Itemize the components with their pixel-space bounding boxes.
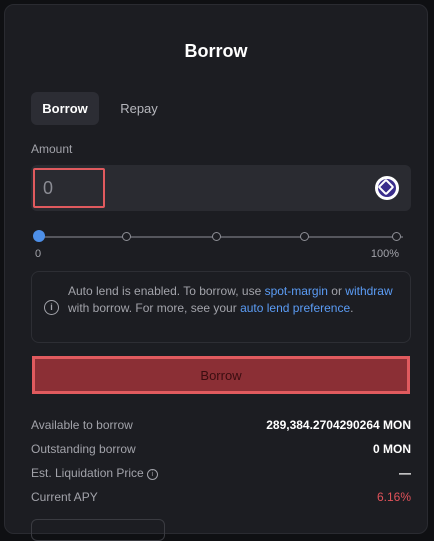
liquidation-price-row: Est. Liquidation Price i —: [31, 466, 411, 484]
slider-mark-100[interactable]: [392, 232, 401, 241]
withdraw-link[interactable]: withdraw: [345, 284, 392, 298]
detail-label: Current APY: [31, 490, 98, 504]
spot-margin-link[interactable]: spot-margin: [265, 284, 328, 298]
panel-title: Borrow: [184, 41, 248, 61]
detail-label-wrap: Est. Liquidation Price i: [31, 466, 158, 480]
notice-text: Auto lend is enabled. To borrow, use spo…: [68, 283, 398, 317]
borrow-button[interactable]: Borrow: [32, 356, 410, 394]
slider-mark-50[interactable]: [212, 232, 221, 241]
outstanding-borrow-row: Outstanding borrow 0 MON: [31, 442, 411, 460]
slider-thumb[interactable]: [33, 230, 45, 242]
slider-track[interactable]: [39, 236, 403, 238]
auto-lend-notice: i Auto lend is enabled. To borrow, use s…: [31, 271, 411, 343]
available-to-borrow-row: Available to borrow 289,384.2704290264 M…: [31, 418, 411, 436]
auto-lend-preference-link[interactable]: auto lend preference: [240, 301, 350, 315]
amount-input[interactable]: [33, 168, 105, 208]
borrow-panel: Borrow Borrow Repay Amount 0 100% i Auto…: [4, 4, 428, 541]
slider-mark-75[interactable]: [300, 232, 309, 241]
detail-value: 0 MON: [372, 442, 411, 456]
detail-label: Outstanding borrow: [31, 442, 136, 456]
monad-token-icon[interactable]: [375, 176, 399, 200]
current-apy-row: Current APY 6.16%: [31, 490, 411, 508]
detail-label: Available to borrow: [31, 418, 133, 432]
detail-label: Est. Liquidation Price: [31, 466, 144, 480]
notice-text-part: with borrow. For more, see your: [68, 301, 241, 315]
info-icon[interactable]: i: [146, 469, 158, 480]
info-icon: i: [44, 300, 59, 315]
slider-max-label: 100%: [370, 248, 399, 260]
notice-text-part: or: [327, 284, 346, 298]
slider-mark-25[interactable]: [122, 232, 131, 241]
amount-field-container: [31, 165, 411, 211]
detail-value: —: [399, 466, 411, 480]
tab-repay[interactable]: Repay: [109, 92, 169, 125]
apy-value: 6.16%: [376, 490, 411, 504]
amount-label: Amount: [31, 142, 73, 156]
slider-min-label: 0: [35, 248, 42, 260]
notice-text-part: Auto lend is enabled. To borrow, use: [68, 284, 265, 298]
detail-value: 289,384.2704290264 MON: [266, 418, 411, 432]
bottom-button[interactable]: [31, 519, 165, 541]
notice-text-part: .: [350, 301, 354, 315]
tab-borrow[interactable]: Borrow: [31, 92, 99, 125]
